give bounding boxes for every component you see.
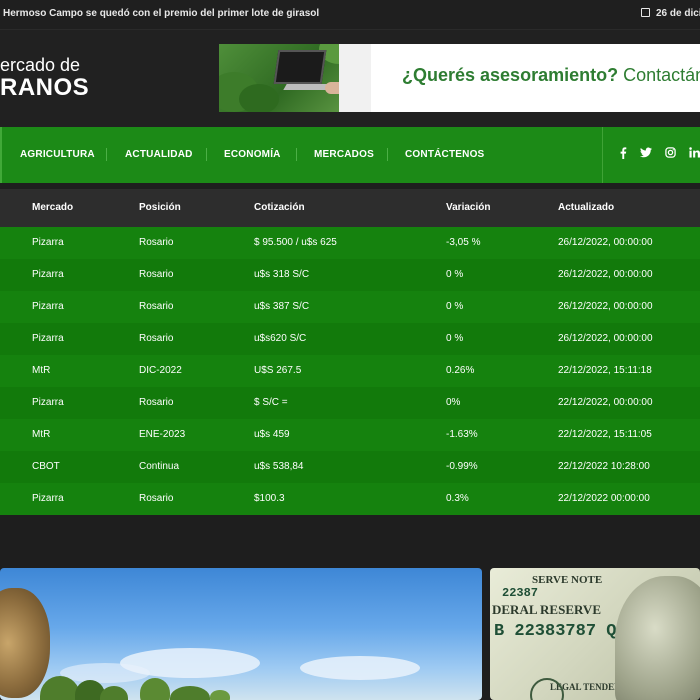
- cell-variacion: 0 %: [446, 269, 464, 280]
- cell-actualizado: 26/12/2022, 00:00:00: [558, 301, 653, 312]
- nav-item-agricultura[interactable]: AGRICULTURA: [20, 149, 95, 160]
- table-row: CBOT Continua u$s 538,84 -0.99% 22/12/2022 1…: [0, 451, 700, 483]
- site-header: ercado de RANOS ¿Querés asesoramiento? C…: [0, 30, 700, 127]
- cell-cotizacion: u$s 459: [254, 429, 290, 440]
- table-row: Pizarra Rosario $ S/C = 0% 22/12/2022, 00:00…: [0, 387, 700, 419]
- instagram-icon[interactable]: [665, 147, 676, 161]
- column-header-posicion: Posición: [139, 202, 181, 213]
- cell-variacion: -1.63%: [446, 429, 478, 440]
- laptop-image: [273, 50, 327, 84]
- table-row: Pizarra Rosario u$s 387 S/C 0 % 26/12/2022, …: [0, 291, 700, 323]
- advertising-banner[interactable]: ¿Querés asesoramiento? Contactán: [219, 44, 700, 112]
- facebook-icon[interactable]: [619, 147, 627, 162]
- cell-actualizado: 22/12/2022, 00:00:00: [558, 397, 653, 408]
- cell-posicion: Rosario: [139, 269, 174, 280]
- cell-cotizacion: u$s 387 S/C: [254, 301, 310, 312]
- news-card-sunflower-image[interactable]: [0, 568, 482, 700]
- cell-cotizacion: u$s 538,84: [254, 461, 304, 472]
- cell-variacion: 0 %: [446, 301, 464, 312]
- bill-text-federal-reserve: DERAL RESERVE: [492, 602, 601, 617]
- cell-variacion: 0%: [446, 397, 461, 408]
- cell-mercado: Pizarra: [32, 493, 64, 504]
- cell-posicion: Rosario: [139, 301, 174, 312]
- table-row: MtR ENE-2023 u$s 459 -1.63% 22/12/2022, 15:1…: [0, 419, 700, 451]
- cell-mercado: MtR: [32, 429, 51, 440]
- cell-posicion: Rosario: [139, 493, 174, 504]
- bill-serial-top: 22387: [502, 586, 539, 600]
- cell-posicion: ENE-2023: [139, 429, 186, 440]
- cell-posicion: DIC-2022: [139, 365, 182, 376]
- news-card-dollar-image[interactable]: SERVE NOTE DERAL RESERVE 22387 B 2238378…: [490, 568, 700, 700]
- bill-portrait-image: [615, 576, 700, 700]
- table-row: Pizarra Rosario u$s 318 S/C 0 % 26/12/2022, …: [0, 259, 700, 291]
- cell-mercado: CBOT: [32, 461, 60, 472]
- cell-mercado: Pizarra: [32, 301, 64, 312]
- cell-actualizado: 26/12/2022, 00:00:00: [558, 269, 653, 280]
- cell-actualizado: 26/12/2022, 00:00:00: [558, 237, 653, 248]
- cell-variacion: 0.26%: [446, 365, 475, 376]
- current-date: 26 de dici: [641, 8, 700, 19]
- cell-variacion: -0.99%: [446, 461, 478, 472]
- cell-actualizado: 22/12/2022, 15:11:05: [558, 429, 652, 440]
- banner-cta-text: ¿Querés asesoramiento? Contactán: [402, 65, 700, 85]
- cell-mercado: Pizarra: [32, 237, 64, 248]
- bill-text-reserve-note: SERVE NOTE: [532, 574, 603, 586]
- cell-cotizacion: $ S/C =: [254, 397, 288, 408]
- table-header-row: Mercado Posición Cotización Variación Ac…: [0, 189, 700, 227]
- cell-posicion: Rosario: [139, 397, 174, 408]
- cell-variacion: 0 %: [446, 333, 464, 344]
- cell-actualizado: 22/12/2022 00:00:00: [558, 493, 650, 504]
- column-header-actualizado: Actualizado: [558, 202, 615, 213]
- top-news-ticker: Hermoso Campo se quedó con el premio del…: [0, 0, 700, 30]
- cell-posicion: Continua: [139, 461, 180, 472]
- cell-cotizacion: U$S 267.5: [254, 365, 302, 376]
- main-navigation: AGRICULTURA ACTUALIDAD ECONOMÍA MERCADOS…: [0, 127, 700, 183]
- calendar-icon: [641, 8, 650, 17]
- cell-cotizacion: $100.3: [254, 493, 285, 504]
- table-row: Pizarra Rosario $100.3 0.3% 22/12/2022 00:00…: [0, 483, 700, 515]
- logo-line-2[interactable]: RANOS: [0, 74, 89, 102]
- table-row: Pizarra Rosario $ 95.500 / u$s 625 -3,05 % 2…: [0, 227, 700, 259]
- nav-item-contactenos[interactable]: CONTÁCTENOS: [405, 149, 484, 160]
- cell-posicion: Rosario: [139, 237, 174, 248]
- cell-variacion: -3,05 %: [446, 237, 481, 248]
- linkedin-icon[interactable]: [689, 147, 700, 161]
- cell-mercado: Pizarra: [32, 269, 64, 280]
- date-text: 26 de dici: [656, 8, 700, 19]
- banner-photo: [219, 44, 371, 112]
- cell-mercado: MtR: [32, 365, 51, 376]
- column-header-mercado: Mercado: [32, 202, 74, 213]
- table-row: Pizarra Rosario u$s620 S/C 0 % 26/12/2022, 0…: [0, 323, 700, 355]
- cell-actualizado: 26/12/2022, 00:00:00: [558, 333, 653, 344]
- cell-posicion: Rosario: [139, 333, 174, 344]
- cell-cotizacion: u$s 318 S/C: [254, 269, 310, 280]
- cell-mercado: Pizarra: [32, 397, 64, 408]
- cell-variacion: 0.3%: [446, 493, 469, 504]
- cell-mercado: Pizarra: [32, 333, 64, 344]
- cell-actualizado: 22/12/2022, 15:11:18: [558, 365, 652, 376]
- table-row: MtR DIC-2022 U$S 267.5 0.26% 22/12/2022, 15:…: [0, 355, 700, 387]
- nav-item-mercados[interactable]: MERCADOS: [314, 149, 374, 160]
- twitter-icon[interactable]: [640, 147, 652, 161]
- nav-item-actualidad[interactable]: ACTUALIDAD: [125, 149, 193, 160]
- cell-cotizacion: $ 95.500 / u$s 625: [254, 237, 337, 248]
- nav-item-economia[interactable]: ECONOMÍA: [224, 149, 281, 160]
- ticker-headline-link[interactable]: Hermoso Campo se quedó con el premio del…: [3, 8, 319, 19]
- bill-serial-main: B 22383787 Q: [494, 622, 617, 641]
- cell-actualizado: 22/12/2022 10:28:00: [558, 461, 650, 472]
- logo-line-1[interactable]: ercado de: [0, 55, 80, 76]
- column-header-variacion: Variación: [446, 202, 491, 213]
- column-header-cotizacion: Cotización: [254, 202, 305, 213]
- cell-cotizacion: u$s620 S/C: [254, 333, 307, 344]
